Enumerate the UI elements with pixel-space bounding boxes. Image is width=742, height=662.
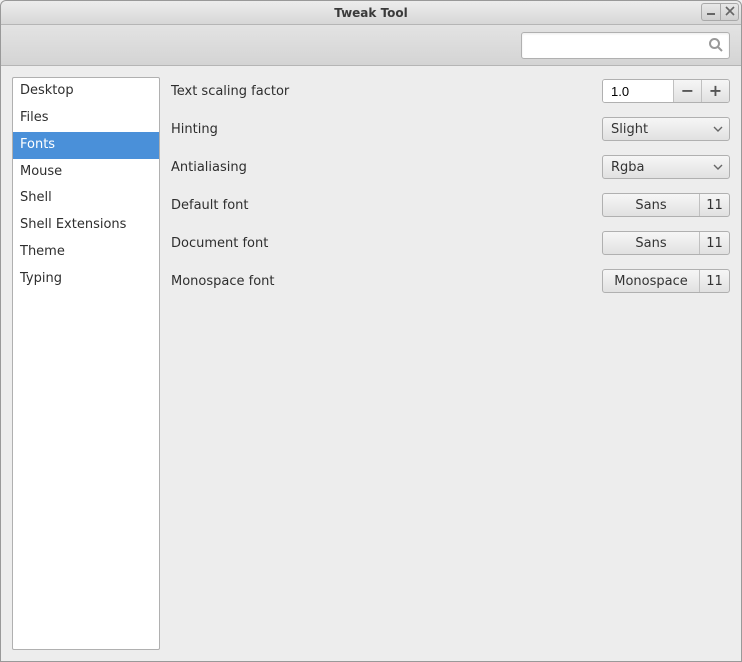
default-font-button[interactable]: Sans 11 <box>602 193 730 217</box>
sidebar-item-typing[interactable]: Typing <box>13 266 159 293</box>
sidebar-item-fonts[interactable]: Fonts <box>13 132 159 159</box>
antialiasing-value: Rgba <box>611 160 645 175</box>
row-antialiasing: Antialiasing Rgba <box>171 155 730 179</box>
row-default-font: Default font Sans 11 <box>171 193 730 217</box>
search-box[interactable] <box>521 32 730 59</box>
text-scaling-input[interactable] <box>603 80 673 102</box>
row-text-scaling: Text scaling factor − + <box>171 79 730 103</box>
default-font-family: Sans <box>603 194 699 216</box>
document-font-family: Sans <box>603 232 699 254</box>
chevron-down-icon <box>713 162 723 172</box>
close-button[interactable] <box>720 3 739 21</box>
minimize-icon <box>706 6 716 19</box>
toolbar <box>1 25 741 66</box>
antialiasing-combo[interactable]: Rgba <box>602 155 730 179</box>
sidebar-item-label: Mouse <box>20 164 62 179</box>
titlebar: Tweak Tool <box>1 1 741 25</box>
text-scaling-spinbox[interactable]: − + <box>602 79 730 103</box>
monospace-font-family: Monospace <box>603 270 699 292</box>
sidebar-item-shell-extensions[interactable]: Shell Extensions <box>13 212 159 239</box>
document-font-size: 11 <box>699 232 729 254</box>
window-controls <box>701 3 739 21</box>
row-hinting: Hinting Slight <box>171 117 730 141</box>
label-text-scaling: Text scaling factor <box>171 84 289 99</box>
label-document-font: Document font <box>171 236 268 251</box>
sidebar-item-label: Files <box>20 110 49 125</box>
sidebar-item-shell[interactable]: Shell <box>13 185 159 212</box>
search-input[interactable] <box>528 37 708 54</box>
close-icon <box>725 6 735 19</box>
window-title: Tweak Tool <box>334 6 408 20</box>
label-monospace-font: Monospace font <box>171 274 275 289</box>
search-icon <box>708 37 724 53</box>
hinting-value: Slight <box>611 122 648 137</box>
text-scaling-decrement[interactable]: − <box>673 80 701 102</box>
sidebar-item-label: Shell Extensions <box>20 217 126 232</box>
sidebar-item-label: Theme <box>20 244 65 259</box>
sidebar-item-label: Shell <box>20 190 52 205</box>
document-font-button[interactable]: Sans 11 <box>602 231 730 255</box>
label-antialiasing: Antialiasing <box>171 160 247 175</box>
minimize-button[interactable] <box>701 3 720 21</box>
settings-panel: Text scaling factor − + Hinting Slight A… <box>171 77 730 650</box>
minus-icon: − <box>681 83 694 99</box>
label-hinting: Hinting <box>171 122 218 137</box>
sidebar: Desktop Files Fonts Mouse Shell Shell Ex… <box>12 77 160 650</box>
row-monospace-font: Monospace font Monospace 11 <box>171 269 730 293</box>
label-default-font: Default font <box>171 198 249 213</box>
sidebar-item-desktop[interactable]: Desktop <box>13 78 159 105</box>
sidebar-item-files[interactable]: Files <box>13 105 159 132</box>
monospace-font-button[interactable]: Monospace 11 <box>602 269 730 293</box>
sidebar-item-mouse[interactable]: Mouse <box>13 159 159 186</box>
hinting-combo[interactable]: Slight <box>602 117 730 141</box>
default-font-size: 11 <box>699 194 729 216</box>
row-document-font: Document font Sans 11 <box>171 231 730 255</box>
sidebar-item-theme[interactable]: Theme <box>13 239 159 266</box>
content-area: Desktop Files Fonts Mouse Shell Shell Ex… <box>1 66 741 661</box>
text-scaling-increment[interactable]: + <box>701 80 729 102</box>
chevron-down-icon <box>713 124 723 134</box>
plus-icon: + <box>709 83 722 99</box>
monospace-font-size: 11 <box>699 270 729 292</box>
sidebar-item-label: Fonts <box>20 137 55 152</box>
sidebar-item-label: Typing <box>20 271 62 286</box>
app-window: Tweak Tool Desktop Files F <box>0 0 742 662</box>
sidebar-item-label: Desktop <box>20 83 74 98</box>
